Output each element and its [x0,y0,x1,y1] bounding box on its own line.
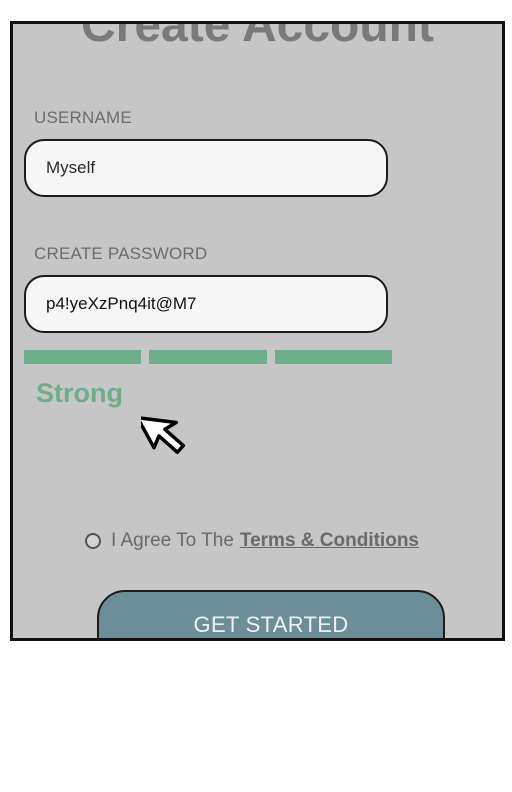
page-title: Create Account [81,21,434,52]
terms-agreement: I Agree To The Terms & Conditions [85,530,419,552]
strength-segment [274,350,392,364]
get-started-button[interactable]: GET STARTED [97,590,445,638]
agree-text: I Agree To The [111,530,234,551]
terms-link[interactable]: Terms & Conditions [240,530,419,552]
strength-segment [149,350,267,364]
strength-segment [24,350,142,364]
password-field[interactable]: p4!yeXzPnq4it@M7 [24,275,388,333]
agree-radio[interactable] [85,533,101,549]
password-strength-meter [24,350,392,364]
signup-screen: Create Account USERNAME Myself CREATE PA… [10,21,505,641]
username-label: USERNAME [34,108,132,127]
username-field[interactable]: Myself [24,139,388,197]
password-label: CREATE PASSWORD [34,244,208,263]
strength-label: Strong [36,378,123,408]
mouse-pointer-icon [141,415,186,455]
